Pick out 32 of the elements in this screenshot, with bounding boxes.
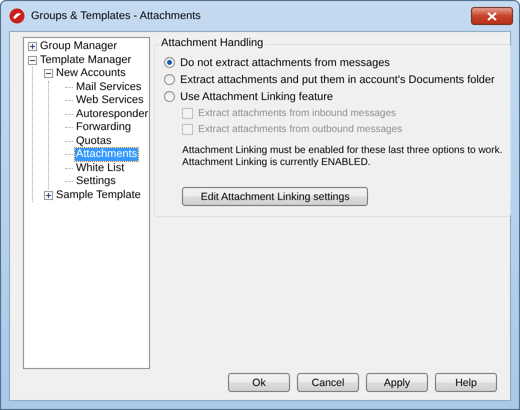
tree-item[interactable]: Settings: [75, 175, 117, 188]
window-title: Groups & Templates - Attachments: [31, 10, 202, 22]
tree-item[interactable]: White List: [75, 162, 126, 175]
app-logo-icon: [9, 8, 25, 24]
tree-item[interactable]: Forwarding: [75, 121, 132, 134]
radio-option[interactable]: Extract attachments and put them in account's Documents folder: [164, 71, 502, 88]
dialog-button[interactable]: Ok: [228, 373, 290, 392]
group-title: Attachment Handling: [159, 37, 266, 49]
info-text: Attachment Linking must be enabled for these last three options to work. Attachment Linking is currently ENABLED.: [182, 145, 502, 169]
tree-item[interactable]: Quotas: [75, 134, 112, 148]
dialog-button[interactable]: Apply: [366, 373, 428, 392]
edit-settings-button[interactable]: Edit Attachment Linking settings: [182, 187, 368, 206]
dialog-button[interactable]: Cancel: [297, 373, 359, 392]
collapse-icon[interactable]: [44, 69, 53, 78]
tree-item[interactable]: New Accounts: [55, 67, 127, 80]
collapse-icon[interactable]: [28, 56, 37, 65]
radio-button[interactable]: [164, 57, 176, 68]
radio-option[interactable]: Do not extract attachments from messages: [164, 54, 502, 71]
tree-item[interactable]: Autoresponder: [75, 108, 150, 121]
dialog-button[interactable]: Help: [435, 373, 497, 392]
tree-item[interactable]: Template Manager: [39, 54, 132, 67]
tree-item[interactable]: Mail Services: [75, 80, 142, 94]
radio-button[interactable]: [164, 91, 176, 102]
tree-item[interactable]: Web Services: [75, 94, 145, 108]
tree-item[interactable]: Group Manager: [39, 40, 118, 54]
expand-icon[interactable]: [44, 190, 53, 200]
radio-option[interactable]: Use Attachment Linking feature: [164, 88, 502, 105]
close-icon: [487, 12, 497, 20]
tree-item[interactable]: Sample Template: [55, 188, 142, 202]
close-button[interactable]: [471, 7, 513, 25]
expand-icon[interactable]: [28, 42, 37, 52]
radio-button[interactable]: [164, 74, 176, 85]
